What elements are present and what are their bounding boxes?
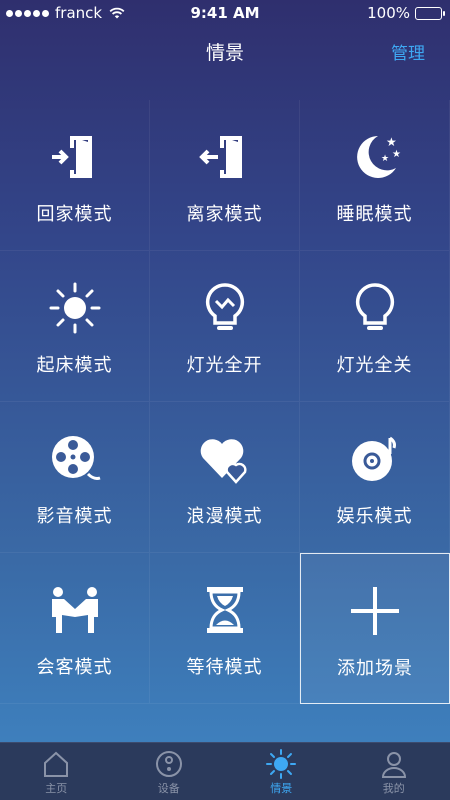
tab-scenes[interactable]: 情景 [225, 743, 338, 800]
scene-label: 添加场景 [337, 658, 413, 679]
scene-sun-icon [266, 749, 297, 779]
navigation-bar: 情景 管理 [0, 26, 450, 78]
sun-icon [48, 281, 102, 335]
handshake-icon [48, 583, 102, 637]
film-reel-icon [48, 432, 102, 486]
scene-tile-guest-mode[interactable]: 会客模式 [0, 553, 150, 704]
scene-tile-media-mode[interactable]: 影音模式 [0, 402, 150, 553]
scene-tile-wait-mode[interactable]: 等待模式 [150, 553, 300, 704]
scene-label: 离家模式 [186, 204, 263, 225]
hearts-icon [198, 432, 252, 486]
tab-label: 情景 [270, 782, 293, 795]
tab-bar: 主页 设备 情景 我的 [0, 742, 450, 800]
scene-label: 娱乐模式 [336, 506, 413, 527]
tab-profile[interactable]: 我的 [338, 743, 450, 800]
manage-button[interactable]: 管理 [391, 39, 425, 64]
scene-tile-away-mode[interactable]: 离家模式 [150, 100, 300, 251]
svg-text:★: ★ [381, 154, 389, 164]
scene-label: 灯光全开 [186, 355, 263, 376]
svg-text:★: ★ [386, 135, 397, 149]
scene-tile-lights-on[interactable]: 灯光全开 [150, 251, 300, 402]
user-icon [381, 752, 406, 778]
scene-label: 等待模式 [186, 657, 263, 678]
scene-label: 浪漫模式 [186, 506, 263, 527]
scene-label: 灯光全关 [336, 355, 413, 376]
device-icon [155, 751, 182, 777]
lightbulb-off-icon [348, 281, 402, 335]
scene-tile-home-mode[interactable]: 回家模式 [0, 100, 150, 251]
battery-icon [415, 6, 445, 20]
page-title: 情景 [205, 42, 244, 64]
scene-label: 睡眠模式 [336, 204, 413, 225]
moon-stars-icon: ★ ★ ★ [348, 130, 402, 184]
scene-tile-lights-off[interactable]: 灯光全关 [300, 251, 450, 402]
scene-label: 会客模式 [36, 657, 113, 678]
exit-door-icon [198, 130, 252, 184]
tab-devices[interactable]: 设备 [113, 743, 226, 800]
scene-label: 回家模式 [36, 204, 113, 225]
svg-text:★: ★ [392, 149, 401, 160]
scene-grid: 回家模式 离家模式 ★ ★ ★ 睡眠模式 起床模式 灯光全开 灯光全关 影音模式… [0, 100, 450, 704]
battery-status: 100% [367, 4, 445, 22]
lightbulb-on-icon [198, 281, 252, 335]
scene-label: 起床模式 [36, 355, 113, 376]
scene-tile-sleep-mode[interactable]: ★ ★ ★ 睡眠模式 [300, 100, 450, 251]
add-scene-button[interactable]: 添加场景 [300, 553, 450, 704]
battery-percent: 100% [367, 4, 410, 22]
scene-tile-wakeup-mode[interactable]: 起床模式 [0, 251, 150, 402]
plus-icon [348, 584, 402, 638]
scene-label: 影音模式 [36, 506, 113, 527]
status-bar: franck 9:41 AM 100% [0, 0, 450, 26]
enter-door-icon [48, 130, 102, 184]
music-disc-icon [348, 432, 402, 486]
scene-tile-romance-mode[interactable]: 浪漫模式 [150, 402, 300, 553]
tab-label: 我的 [382, 782, 405, 795]
hourglass-icon [198, 583, 252, 637]
tab-label: 主页 [45, 782, 68, 795]
tab-home[interactable]: 主页 [0, 743, 113, 800]
scene-tile-entertainment-mode[interactable]: 娱乐模式 [300, 402, 450, 553]
home-icon [44, 751, 69, 777]
tab-label: 设备 [157, 782, 180, 795]
